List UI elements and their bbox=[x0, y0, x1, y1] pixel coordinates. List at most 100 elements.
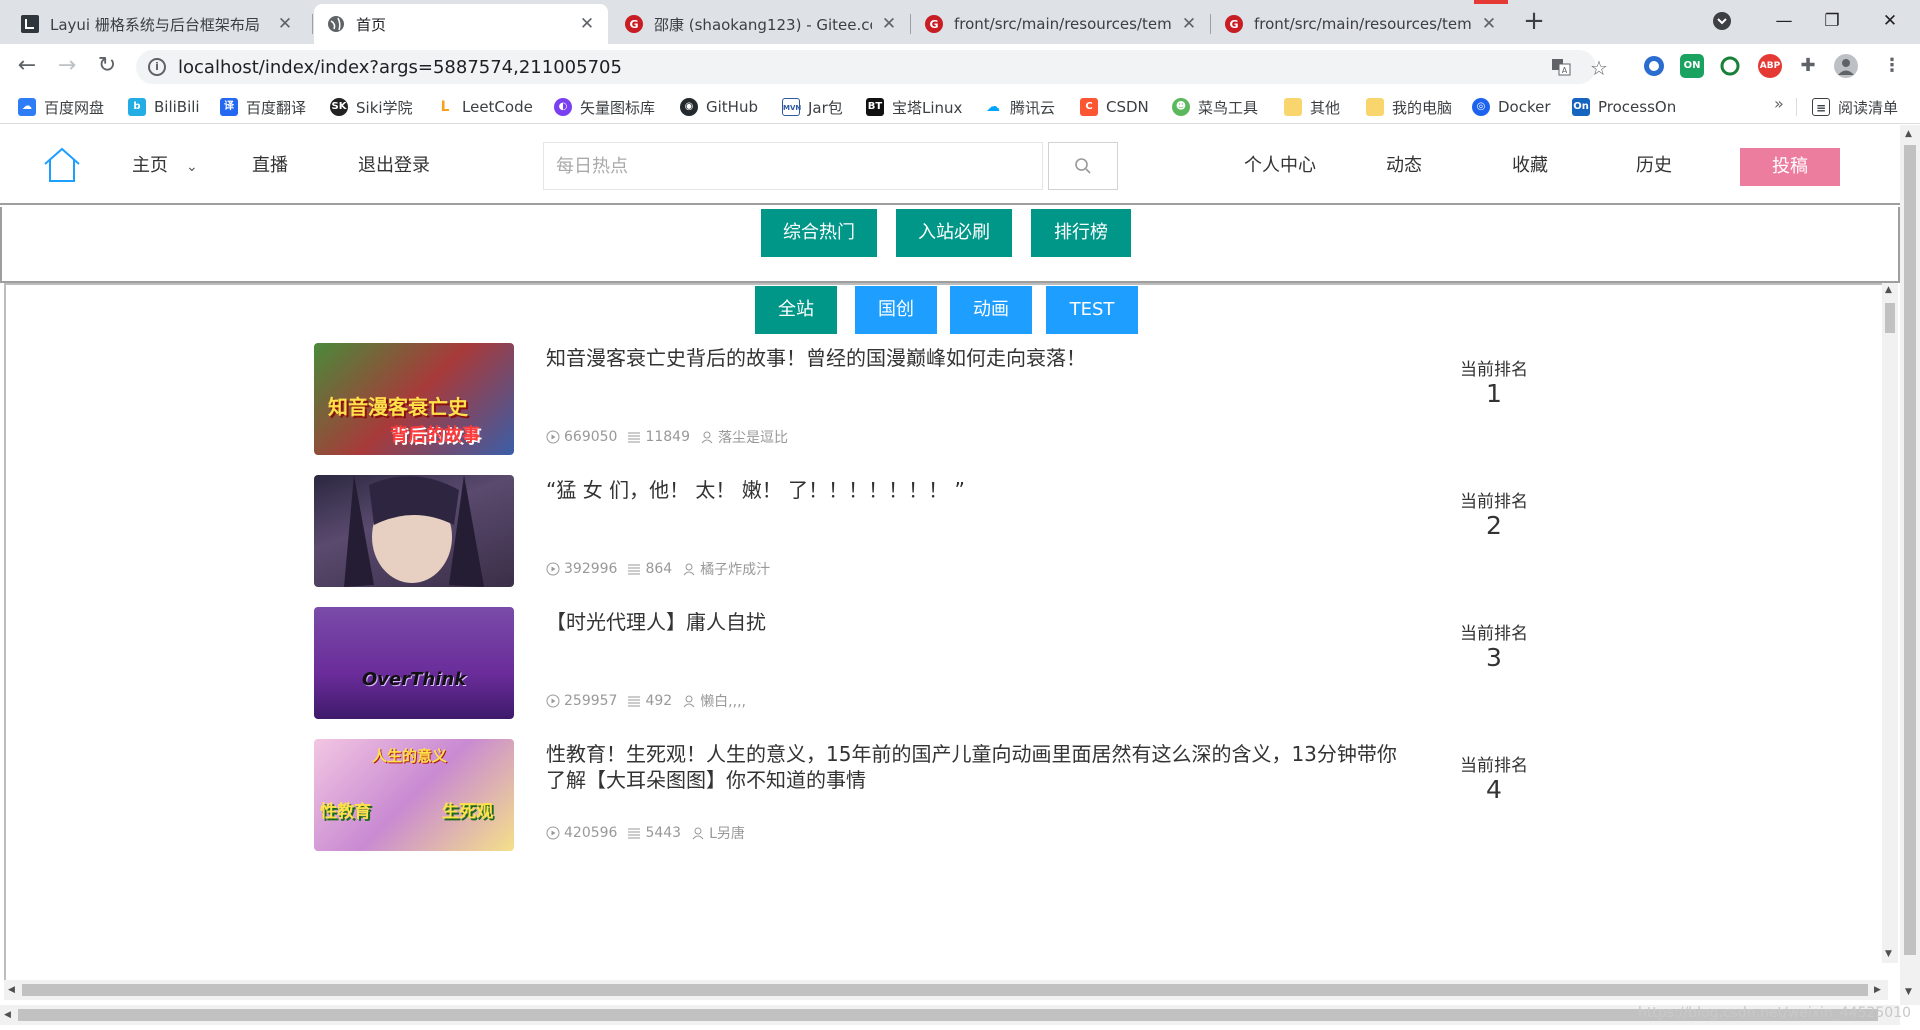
video-title[interactable]: 知音漫客衰亡史背后的故事！曾经的国漫巅峰如何走向衰落！ bbox=[546, 345, 1406, 371]
scrollbar-thumb[interactable] bbox=[18, 1009, 1878, 1021]
close-icon[interactable]: ✕ bbox=[276, 14, 294, 34]
scroll-up-arrow-icon[interactable]: ▲ bbox=[1905, 129, 1912, 139]
page-vertical-scrollbar[interactable]: ▲ ▼ bbox=[1900, 125, 1920, 1005]
tab-title: 邵康 (shaokang123) - Gitee.com bbox=[654, 15, 872, 34]
nav-favorites[interactable]: 收藏 bbox=[1512, 151, 1548, 177]
nav-profile[interactable]: 个人中心 bbox=[1244, 151, 1316, 177]
browser-tab-layui[interactable]: Layui 栅格系统与后台框架布局 ✕ bbox=[8, 4, 306, 44]
browser-tab-gitee-templates-2[interactable]: G front/src/main/resources/templates ✕ bbox=[1212, 4, 1510, 44]
new-tab-icon[interactable]: + bbox=[1520, 8, 1548, 36]
translate-icon[interactable]: A bbox=[1550, 57, 1572, 79]
tab-must-watch[interactable]: 入站必刷 bbox=[896, 209, 1012, 257]
category-all[interactable]: 全站 bbox=[755, 286, 837, 334]
nav-logout[interactable]: 退出登录 bbox=[358, 151, 430, 177]
url-text[interactable]: localhost/index/index?args=5887574,21100… bbox=[178, 57, 622, 78]
page-horizontal-scrollbar[interactable]: ◀ bbox=[0, 1005, 1900, 1025]
list-item[interactable]: 知音漫客衰亡史 背后的故事 知音漫客衰亡史背后的故事！曾经的国漫巅峰如何走向衰落… bbox=[6, 343, 1886, 463]
recording-indicator bbox=[1474, 0, 1508, 4]
author[interactable]: 橘子炸成汁 bbox=[682, 559, 770, 579]
bookmark-star-icon[interactable]: ☆ bbox=[1588, 57, 1610, 79]
scroll-up-arrow-icon[interactable]: ▲ bbox=[1885, 285, 1892, 295]
scroll-down-arrow-icon[interactable]: ▼ bbox=[1905, 987, 1912, 997]
nav-dynamic[interactable]: 动态 bbox=[1386, 151, 1422, 177]
bookmark-csdn[interactable]: C CSDN bbox=[1080, 96, 1149, 118]
bookmark-bt-linux[interactable]: BT 宝塔Linux bbox=[866, 96, 962, 118]
video-thumbnail[interactable]: 知音漫客衰亡史 背后的故事 bbox=[314, 343, 514, 455]
video-title[interactable]: 【时光代理人】庸人自扰 bbox=[546, 609, 1406, 635]
browser-tab-gitee-templates-1[interactable]: G front/src/main/resources/templates ✕ bbox=[912, 4, 1210, 44]
video-title[interactable]: “猛 女 们，他！ 太！ 嫩！ 了！！！！！！！ ” bbox=[546, 477, 1406, 503]
profile-avatar-icon[interactable] bbox=[1834, 54, 1858, 78]
bookmark-iconfont[interactable]: ◐ 矢量图标库 bbox=[554, 96, 655, 118]
bookmark-siki[interactable]: SK Siki学院 bbox=[330, 96, 413, 118]
bookmark-folder-other[interactable]: 其他 bbox=[1284, 96, 1340, 118]
browser-tab-gitee-profile[interactable]: G 邵康 (shaokang123) - Gitee.com ✕ bbox=[612, 4, 910, 44]
scroll-left-arrow-icon[interactable]: ◀ bbox=[8, 985, 15, 995]
author[interactable]: L另唐 bbox=[691, 823, 745, 843]
bookmark-tencent-cloud[interactable]: ☁ 腾讯云 bbox=[984, 96, 1055, 118]
category-guochuang[interactable]: 国创 bbox=[855, 286, 937, 334]
category-test[interactable]: TEST bbox=[1046, 286, 1138, 334]
author[interactable]: 落尘是逗比 bbox=[700, 427, 788, 447]
site-info-icon[interactable]: i bbox=[148, 58, 166, 76]
list-item[interactable]: OverThink 【时光代理人】庸人自扰 259957 492 懒白,,,, … bbox=[6, 607, 1886, 727]
inner-horizontal-scrollbar[interactable]: ◀ ▶ bbox=[4, 980, 1888, 1000]
tab-ranking[interactable]: 排行榜 bbox=[1031, 209, 1131, 257]
play-icon bbox=[546, 694, 560, 708]
extensions-puzzle-icon[interactable]: ✚ bbox=[1796, 54, 1820, 78]
bookmark-docker[interactable]: ◎ Docker bbox=[1472, 96, 1551, 118]
home-icon[interactable] bbox=[42, 147, 82, 183]
scroll-left-arrow-icon[interactable]: ◀ bbox=[4, 1010, 11, 1020]
bookmark-folder-my-computer[interactable]: 我的电脑 bbox=[1366, 96, 1452, 118]
bookmark-processon[interactable]: On ProcessOn bbox=[1572, 96, 1676, 118]
browser-tab-home[interactable]: 首页 ✕ bbox=[314, 4, 608, 44]
bookmark-baidu-translate[interactable]: 译百度翻译 bbox=[220, 96, 306, 118]
forward-icon[interactable]: → bbox=[54, 53, 80, 79]
reload-icon[interactable]: ↻ bbox=[94, 53, 120, 79]
scrollbar-thumb[interactable] bbox=[1904, 145, 1916, 955]
search-button[interactable] bbox=[1048, 142, 1118, 190]
video-thumbnail[interactable]: 人生的意义 性教育 生死观 bbox=[314, 739, 514, 851]
bookmark-baidu-pan[interactable]: ☁ 百度网盘 bbox=[18, 96, 104, 118]
nav-live[interactable]: 直播 bbox=[252, 151, 288, 177]
scrollbar-thumb[interactable] bbox=[22, 984, 1868, 996]
category-animation[interactable]: 动画 bbox=[950, 286, 1032, 334]
omnibox[interactable]: i localhost/index/index?args=5887574,211… bbox=[136, 50, 1608, 84]
back-icon[interactable]: ← bbox=[14, 53, 40, 79]
bookmark-github[interactable]: ◉ GitHub bbox=[680, 96, 758, 118]
close-icon[interactable]: ✕ bbox=[578, 14, 596, 34]
bookmark-leetcode[interactable]: ᒪ LeetCode bbox=[436, 96, 533, 118]
video-thumbnail[interactable] bbox=[314, 475, 514, 587]
scroll-down-arrow-icon[interactable]: ▼ bbox=[1885, 949, 1892, 959]
bookmark-bilibili[interactable]: b BiliBili bbox=[128, 96, 200, 118]
nav-history[interactable]: 历史 bbox=[1636, 151, 1672, 177]
author[interactable]: 懒白,,,, bbox=[682, 691, 746, 711]
maximize-icon[interactable]: ❐ bbox=[1812, 6, 1852, 36]
search-input[interactable] bbox=[543, 142, 1043, 190]
post-button[interactable]: 投稿 bbox=[1740, 148, 1840, 186]
scroll-right-arrow-icon[interactable]: ▶ bbox=[1874, 985, 1881, 995]
scrollbar-thumb[interactable] bbox=[1885, 303, 1895, 333]
video-title[interactable]: 性教育！生死观！人生的意义，15年前的国产儿童向动画里面居然有这么深的含义，13… bbox=[546, 741, 1406, 793]
ext-abp-icon[interactable]: ABP bbox=[1758, 54, 1782, 78]
video-thumbnail[interactable]: OverThink bbox=[314, 607, 514, 719]
reading-list[interactable]: ≡ 阅读清单 bbox=[1812, 96, 1898, 118]
ext-edge-icon[interactable] bbox=[1642, 54, 1666, 78]
list-item[interactable]: “猛 女 们，他！ 太！ 嫩！ 了！！！！！！！ ” 392996 864 橘子… bbox=[6, 475, 1886, 595]
ext-on-icon[interactable]: ON bbox=[1680, 54, 1704, 78]
close-icon[interactable]: ✕ bbox=[880, 14, 898, 34]
nav-home[interactable]: 主页 ⌄ bbox=[132, 151, 198, 177]
inner-vertical-scrollbar[interactable]: ▲ ▼ bbox=[1882, 283, 1898, 963]
menu-kebab-icon[interactable]: ⋮ bbox=[1880, 54, 1904, 78]
ext-green-icon[interactable] bbox=[1718, 54, 1742, 78]
tab-hot[interactable]: 综合热门 bbox=[761, 209, 877, 257]
close-icon[interactable]: ✕ bbox=[1180, 14, 1198, 34]
close-icon[interactable]: ✕ bbox=[1480, 14, 1498, 34]
minimize-icon[interactable]: — bbox=[1764, 6, 1804, 36]
bookmark-jar[interactable]: MVN Jar包 bbox=[782, 96, 843, 118]
bookmarks-more-icon[interactable]: » bbox=[1774, 94, 1784, 113]
bookmark-runoob[interactable]: ☻ 菜鸟工具 bbox=[1172, 96, 1258, 118]
list-item[interactable]: 人生的意义 性教育 生死观 性教育！生死观！人生的意义，15年前的国产儿童向动画… bbox=[6, 739, 1886, 859]
tab-search-icon[interactable] bbox=[1702, 6, 1742, 36]
window-close-icon[interactable]: ✕ bbox=[1870, 6, 1910, 36]
